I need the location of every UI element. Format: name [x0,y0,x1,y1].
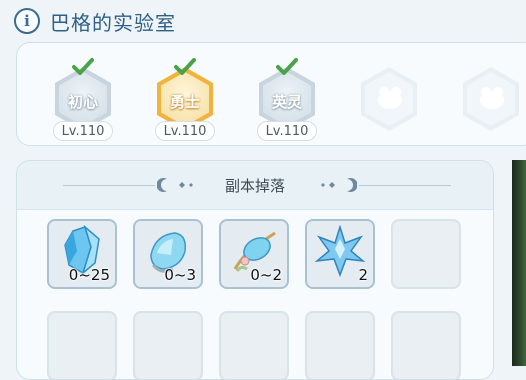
drop-slot-empty [391,219,461,289]
locked-mascot-icon [378,87,402,109]
checkmark-icon [72,58,94,75]
drop-quantity: 0~25 [68,266,110,284]
drops-header: 副本掉落 [17,161,493,210]
drop-quantity: 0~2 [250,266,282,284]
drop-quantity: 2 [358,266,368,284]
difficulty-label: 初心 [67,93,98,111]
checkmark-icon [174,58,196,75]
drop-slot-empty [219,311,289,379]
page-header: i 巴格的实验室 [14,6,176,36]
drop-item[interactable]: 2 [305,219,375,289]
drop-slot-empty [391,311,461,379]
drop-item[interactable]: 0~25 [47,219,117,289]
drop-item[interactable]: 0~3 [133,219,203,289]
level-badge: Lv.110 [155,121,215,141]
moon-ornament-icon [321,178,357,192]
locked-mascot-icon [480,87,504,109]
divider [359,185,451,186]
checkmark-icon [276,58,298,75]
drop-slot-empty [305,311,375,379]
drop-quantity: 0~3 [164,266,196,284]
info-icon[interactable]: i [14,8,40,34]
difficulty-panel: 初心 Lv.110 勇士 Lv.110 英灵 Lv.110 [16,42,526,146]
difficulty-label: 勇士 [169,93,200,111]
difficulty-item-warrior[interactable]: 勇士 Lv.110 [153,57,217,147]
background-scenery [512,160,526,366]
drop-slot-empty [47,311,117,379]
drops-panel: 副本掉落 0~25 0~3 0~2 2 [16,160,494,380]
difficulty-item-locked[interactable] [357,57,421,147]
difficulty-item-hero[interactable]: 英灵 Lv.110 [255,57,319,147]
drop-item[interactable]: 0~2 [219,219,289,289]
page-title: 巴格的实验室 [50,10,176,35]
drop-slot-empty [133,311,203,379]
level-badge: Lv.110 [53,121,113,141]
difficulty-label: 英灵 [271,93,302,111]
level-badge: Lv.110 [257,121,317,141]
difficulty-item-locked[interactable] [459,57,523,147]
difficulty-item-beginner[interactable]: 初心 Lv.110 [51,57,115,147]
